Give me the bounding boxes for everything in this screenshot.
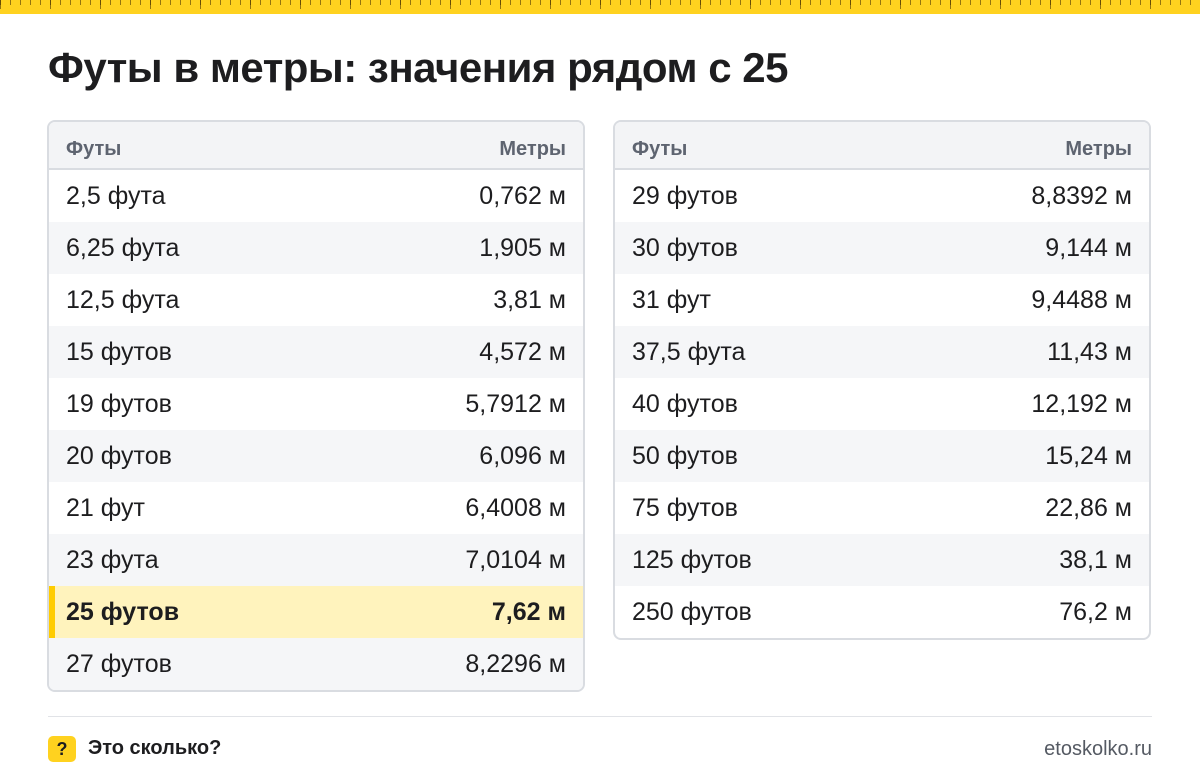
cell-meters: 3,81 м <box>493 285 566 314</box>
cell-feet: 21 фут <box>66 493 145 522</box>
table-row: 31 фут 9,4488 м <box>615 274 1149 326</box>
conversion-table-left: Футы Метры 2,5 фута 0,762 м 6,25 фута 1,905… <box>47 120 585 692</box>
cell-feet: 29 футов <box>632 181 738 210</box>
cell-feet: 50 футов <box>632 441 738 470</box>
cell-meters: 4,572 м <box>479 337 566 366</box>
table-row: 30 футов 9,144 м <box>615 222 1149 274</box>
table-body: 2,5 фута 0,762 м 6,25 фута 1,905 м 12,5 фута… <box>49 170 583 690</box>
cell-feet: 6,25 фута <box>66 233 180 262</box>
table-row: 40 футов 12,192 м <box>615 378 1149 430</box>
table-row: 20 футов 6,096 м <box>49 430 583 482</box>
cell-feet: 25 футов <box>66 597 180 626</box>
header-feet: Футы <box>66 137 122 160</box>
table-row: 2,5 фута 0,762 м <box>49 170 583 222</box>
cell-meters: 6,4008 м <box>465 493 566 522</box>
table-row: 27 футов 8,2296 м <box>49 638 583 690</box>
header-feet: Футы <box>632 137 688 160</box>
cell-feet: 15 футов <box>66 337 172 366</box>
cell-feet: 19 футов <box>66 389 172 418</box>
table-header: Футы Метры <box>49 122 583 170</box>
cell-feet: 31 фут <box>632 285 711 314</box>
table-row: 29 футов 8,8392 м <box>615 170 1149 222</box>
cell-meters: 76,2 м <box>1059 597 1132 626</box>
cell-feet: 30 футов <box>632 233 738 262</box>
cell-feet: 27 футов <box>66 649 172 678</box>
question-mark-icon: ? <box>48 736 76 762</box>
table-row: 21 фут 6,4008 м <box>49 482 583 534</box>
cell-feet: 12,5 фута <box>66 285 180 314</box>
table-row: 6,25 фута 1,905 м <box>49 222 583 274</box>
site-link[interactable]: etoskolko.ru <box>1044 738 1152 761</box>
cell-feet: 250 футов <box>632 597 752 626</box>
cell-meters: 38,1 м <box>1059 545 1132 574</box>
cell-meters: 7,62 м <box>491 597 566 626</box>
cell-feet: 40 футов <box>632 389 738 418</box>
cell-meters: 11,43 м <box>1047 337 1132 366</box>
cell-meters: 6,096 м <box>479 441 566 470</box>
cell-meters: 7,0104 м <box>465 545 566 574</box>
cell-meters: 0,762 м <box>479 181 566 210</box>
cell-meters: 9,144 м <box>1045 233 1132 262</box>
table-header: Футы Метры <box>615 122 1149 170</box>
page-title: Футы в метры: значения рядом с 25 <box>48 44 788 91</box>
table-row: 37,5 фута 11,43 м <box>615 326 1149 378</box>
table-row: 23 фута 7,0104 м <box>49 534 583 586</box>
table-row-highlighted: 25 футов 7,62 м <box>49 586 583 638</box>
cell-feet: 23 фута <box>66 545 159 574</box>
cell-meters: 12,192 м <box>1031 389 1132 418</box>
cell-meters: 8,2296 м <box>465 649 566 678</box>
cell-feet: 37,5 фута <box>632 337 746 366</box>
header-meters: Метры <box>1065 137 1132 160</box>
cell-meters: 15,24 м <box>1045 441 1132 470</box>
table-row: 250 футов 76,2 м <box>615 586 1149 638</box>
table-row: 12,5 фута 3,81 м <box>49 274 583 326</box>
cell-meters: 9,4488 м <box>1031 285 1132 314</box>
cell-meters: 1,905 м <box>479 233 566 262</box>
table-row: 50 футов 15,24 м <box>615 430 1149 482</box>
cell-feet: 20 футов <box>66 441 172 470</box>
table-row: 15 футов 4,572 м <box>49 326 583 378</box>
cell-meters: 8,8392 м <box>1031 181 1132 210</box>
cell-feet: 2,5 фута <box>66 181 166 210</box>
header-meters: Метры <box>499 137 566 160</box>
footer-divider <box>48 716 1152 717</box>
table-row: 125 футов 38,1 м <box>615 534 1149 586</box>
ruler-decoration <box>0 0 1200 14</box>
cell-meters: 5,7912 м <box>465 389 566 418</box>
conversion-table-right: Футы Метры 29 футов 8,8392 м 30 футов 9,144… <box>613 120 1151 640</box>
cell-meters: 22,86 м <box>1045 493 1132 522</box>
brand-name: Это сколько? <box>88 737 222 759</box>
cell-feet: 75 футов <box>632 493 738 522</box>
cell-feet: 125 футов <box>632 545 752 574</box>
table-row: 19 футов 5,7912 м <box>49 378 583 430</box>
table-row: 75 футов 22,86 м <box>615 482 1149 534</box>
table-body: 29 футов 8,8392 м 30 футов 9,144 м 31 фут 9,4… <box>615 170 1149 638</box>
